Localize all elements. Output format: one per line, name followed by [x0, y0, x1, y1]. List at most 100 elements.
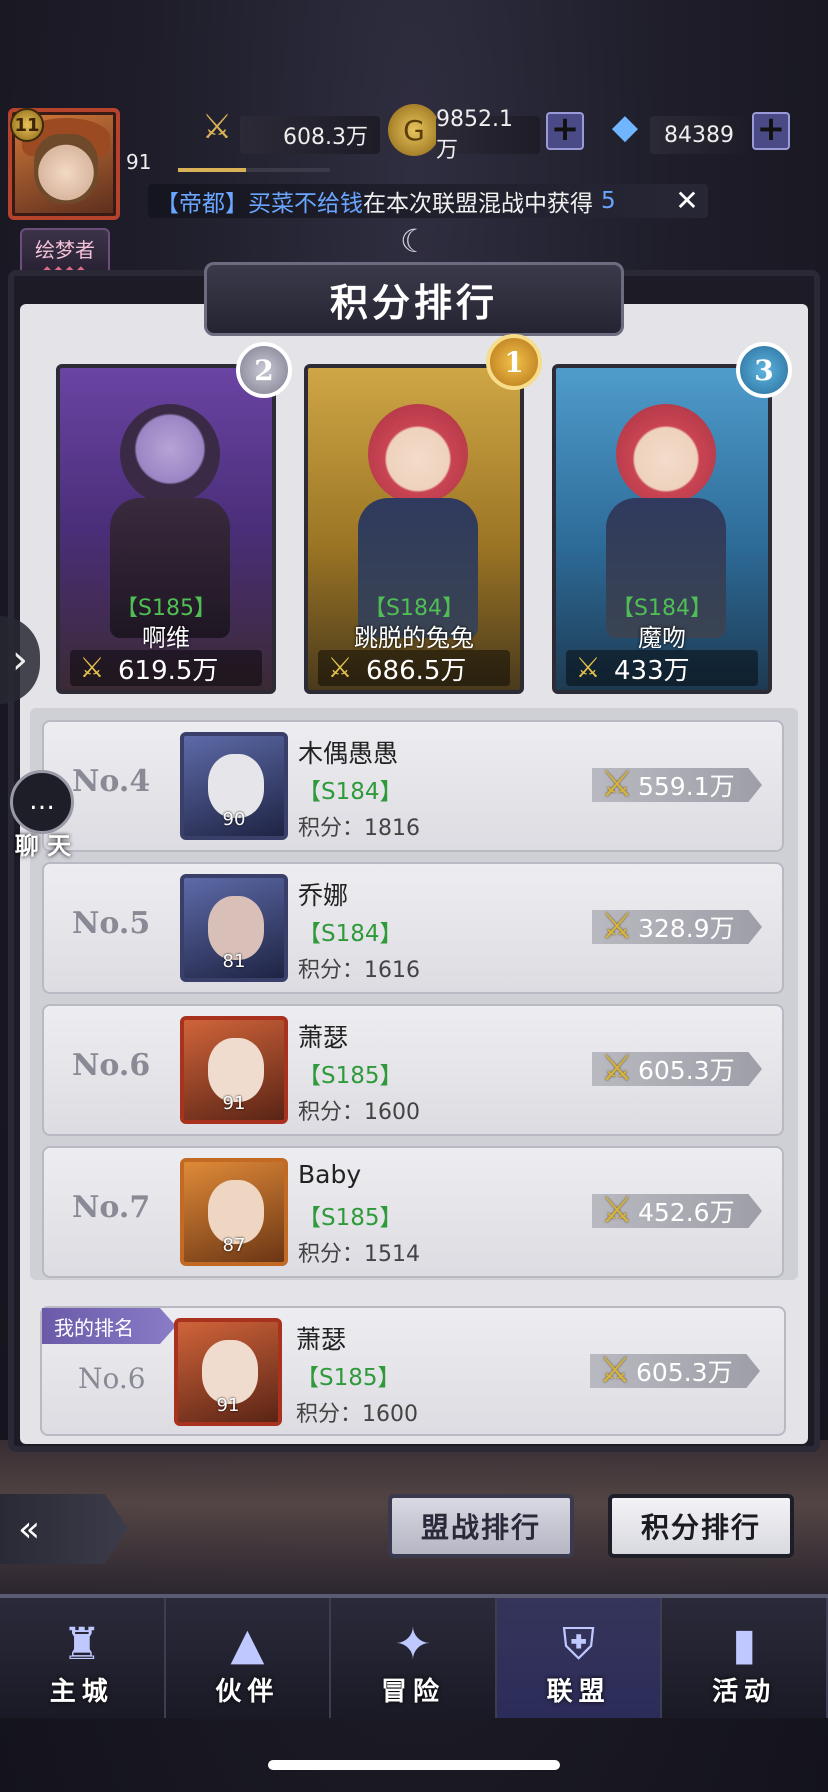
sword-icon: ⚔ [600, 906, 634, 947]
back-arrow-button[interactable]: « [0, 1494, 128, 1564]
podium-name: 啊维 [142, 624, 190, 652]
tab-score-rank[interactable]: 积分排行 [608, 1494, 794, 1558]
witch-hat-icon: ▲ [230, 1618, 265, 1670]
row-rank: No.5 [72, 906, 151, 941]
nav-events[interactable]: ▮ 活动 [662, 1598, 828, 1718]
home-indicator[interactable] [268, 1760, 560, 1770]
row-server: 【S184】 [298, 779, 403, 805]
row-name: 萧瑟 [298, 1023, 349, 1052]
row-rank: No.7 [72, 1190, 151, 1225]
character-head [120, 404, 220, 504]
ranking-row-7[interactable]: No.7 87 Baby 【S185】 积分：1514 452.6万 ⚔ [42, 1146, 784, 1278]
my-server: 【S185】 [296, 1365, 401, 1391]
bronze-medal-icon: 3 [736, 342, 792, 398]
row-avatar[interactable]: 91 [180, 1016, 288, 1124]
sword-icon: ⚔ [79, 651, 105, 684]
power-value: 608.3万 [240, 116, 380, 154]
row-avatar[interactable]: 90 [180, 732, 288, 840]
avatar-level: 91 [216, 1395, 240, 1416]
podium-power-value: 686.5万 [366, 655, 467, 686]
nav-partners[interactable]: ▲ 伙伴 [166, 1598, 332, 1718]
announcement-ticker: 【帝都】 买菜不给钱 在本次联盟混战中获得 5 [148, 184, 708, 218]
podium-power: ⚔ 433万 [566, 650, 758, 686]
row-server: 【S184】 [298, 921, 403, 947]
character-head [616, 404, 716, 504]
avatar-level: 81 [222, 951, 246, 972]
podium-card-rank-1[interactable]: 【S184】 跳脱的兔兔 ⚔ 686.5万 [304, 364, 524, 694]
my-name: 萧瑟 [296, 1325, 347, 1354]
xp-bar [178, 168, 330, 172]
row-rank: No.4 [72, 764, 151, 799]
chat-bubble-icon[interactable]: … [10, 770, 74, 834]
ranking-row-6[interactable]: No.6 91 萧瑟 【S185】 积分：1600 605.3万 ⚔ [42, 1004, 784, 1136]
ticker-server: 【帝都】 [156, 191, 248, 217]
row-score: 积分：1816 [298, 816, 420, 841]
row-server: 【S185】 [298, 1063, 403, 1089]
row-score: 积分：1600 [298, 1100, 420, 1125]
sword-icon: ⚔ [575, 651, 601, 684]
castle-icon: ♜ [62, 1618, 102, 1670]
row-score: 积分：1514 [298, 1242, 420, 1267]
my-rank-row[interactable]: 我的排名 No.6 91 萧瑟 【S185】 积分：1600 605.3万 ⚔ [40, 1306, 786, 1436]
podium-name: 魔吻 [638, 624, 686, 652]
sword-icon: ⚔ [600, 1048, 634, 1089]
my-avatar[interactable]: 91 [174, 1318, 282, 1426]
my-rank-tag: 我的排名 [42, 1308, 176, 1344]
podium-name: 跳脱的兔兔 [354, 624, 474, 652]
cards-icon: ▮ [732, 1618, 757, 1670]
sword-icon: ⚔ [327, 651, 353, 684]
player-avatar[interactable]: 11 [8, 108, 120, 220]
ticker-value: 5 [601, 188, 616, 214]
ranking-row-4[interactable]: No.4 90 木偶愚愚 【S184】 积分：1816 559.1万 ⚔ [42, 720, 784, 852]
podium-power: ⚔ 686.5万 [318, 650, 510, 686]
bottom-nav: ♜ 主城 ▲ 伙伴 ✦ 冒险 ⛨ 联盟 ▮ 活动 [0, 1594, 828, 1718]
row-name: Baby [298, 1160, 362, 1189]
row-avatar[interactable]: 87 [180, 1158, 288, 1266]
nav-alliance[interactable]: ⛨ 联盟 [496, 1598, 663, 1718]
tab-battle-rank[interactable]: 盟战排行 [388, 1494, 574, 1558]
sword-icon: ⚔ [600, 1190, 634, 1231]
row-avatar[interactable]: 81 [180, 874, 288, 982]
row-server: 【S185】 [298, 1205, 403, 1231]
nav-adventure[interactable]: ✦ 冒险 [331, 1598, 497, 1718]
avatar-level: 87 [222, 1235, 246, 1256]
row-score: 积分：1616 [298, 958, 420, 983]
row-name: 乔娜 [298, 881, 349, 910]
add-diamond-button[interactable]: + [752, 112, 790, 150]
podium-card-rank-2[interactable]: 【S185】 啊维 ⚔ 619.5万 [56, 364, 276, 694]
row-name: 木偶愚愚 [298, 739, 399, 768]
power-icon: ⚔ [201, 107, 233, 147]
gold-value: 9852.1万 [436, 107, 540, 163]
podium-power: ⚔ 619.5万 [70, 650, 262, 686]
xp-bar-fill [178, 168, 247, 172]
nav-main-city[interactable]: ♜ 主城 [0, 1598, 166, 1718]
gold-coin-icon: G [388, 104, 440, 156]
character-head [368, 404, 468, 504]
podium-power-value: 619.5万 [118, 655, 219, 686]
avatar-level: 91 [222, 1093, 246, 1114]
avatar-level: 90 [222, 809, 246, 830]
podium-power-value: 433万 [614, 655, 690, 686]
row-rank: No.6 [72, 1048, 151, 1083]
silver-medal-icon: 2 [236, 342, 292, 398]
diamond-icon: ◆ [611, 107, 639, 147]
moon-icon: ☾ [400, 222, 429, 260]
sword-icon: ⚔ [598, 1350, 632, 1391]
ticker-player: 买菜不给钱 [248, 191, 363, 217]
sword-icon: ⚔ [600, 764, 634, 805]
shield-icon: ⛨ [562, 1618, 596, 1670]
podium-card-rank-3[interactable]: 【S184】 魔吻 ⚔ 433万 [552, 364, 772, 694]
panel-title: 积分排行 [204, 262, 624, 336]
ranking-row-5[interactable]: No.5 81 乔娜 【S184】 积分：1616 328.9万 ⚔ [42, 862, 784, 994]
chat-label[interactable]: 聊 天 [8, 826, 78, 861]
player-title: 绘梦者 [35, 238, 95, 262]
add-gold-button[interactable]: + [546, 112, 584, 150]
my-rank-number: No.6 [78, 1362, 146, 1395]
compass-icon: ✦ [394, 1618, 432, 1670]
close-ticker-icon[interactable]: ✕ [672, 186, 702, 216]
my-score: 积分：1600 [296, 1402, 418, 1427]
diamond-value: 84389 [650, 116, 746, 154]
gold-medal-icon: 1 [486, 334, 542, 390]
ticker-message: 在本次联盟混战中获得 [363, 191, 593, 217]
avatar-face [34, 134, 98, 204]
